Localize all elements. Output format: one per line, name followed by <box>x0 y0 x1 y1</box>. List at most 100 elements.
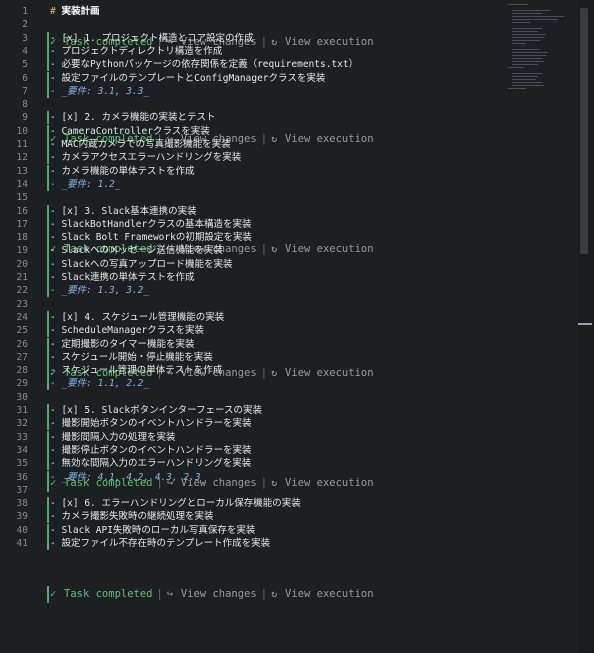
code-line[interactable]: 36 - _要件: 4.1, 4.2, 4.3, 2.3_ <box>0 470 578 484</box>
line-number: 17 <box>16 218 28 230</box>
task-subitem: - 無効な間隔入力のエラーハンドリングを実装 <box>50 458 252 470</box>
line-number: 14 <box>16 178 28 190</box>
line-number: 37 <box>16 484 28 496</box>
code-line[interactable]: 9 - [x] 2. カメラ機能の実装とテスト <box>0 111 578 125</box>
code-line[interactable]: 38 - [x] 6. エラーハンドリングとローカル保存機能の実装 <box>0 497 578 511</box>
line-number: 32 <box>16 418 28 430</box>
minimap-line <box>512 55 546 56</box>
line-content: - SlackBotHandlerクラスの基本構造を実装 <box>50 218 252 231</box>
code-line[interactable]: 6 - 設定ファイルのテンプレートとConfigManagerクラスを実装 <box>0 71 578 85</box>
code-line[interactable]: 11 - MAC内蔵カメラでの写真撮影機能を実装 <box>0 138 578 151</box>
code-line[interactable]: 20 - Slackへの写真アップロード機能を実装 <box>0 257 578 271</box>
code-editor[interactable]: 1 # 実装計画 2 8 15 23 30 37 ✓ Task completed | ↪ View c… <box>0 0 594 653</box>
code-line[interactable]: 31 - [x] 5. Slackボタンインターフェースの実装 <box>0 404 578 417</box>
line-content: - Slack API失敗時のローカル写真保存を実装 <box>50 524 255 537</box>
code-line[interactable]: 32 - 撮影開始ボタンのイベントハンドラーを実装 <box>0 417 578 431</box>
code-line[interactable]: 3 - [x] 1. プロジェクト構造とコア設定の作成 <box>0 31 578 45</box>
minimap-line <box>508 4 528 5</box>
document-heading: 実装計画 <box>61 6 100 17</box>
code-line[interactable]: 39 - カメラ撮影失敗時の継続処理を実装 <box>0 510 578 524</box>
line-content: # 実装計画 <box>50 5 99 18</box>
task-status-bar <box>47 586 49 603</box>
line-number: 35 <box>16 458 28 470</box>
code-line[interactable]: 28 - スケジュール管理の単体テストを作成 <box>0 364 578 378</box>
code-line[interactable]: 15 <box>0 191 578 204</box>
line-content: - _要件: 1.1, 2.2_ <box>50 377 149 390</box>
minimap-line <box>512 52 548 53</box>
line-content: - 撮影間隔入力の処理を実装 <box>50 431 175 444</box>
task-status-bar <box>47 284 49 298</box>
code-line[interactable]: 8 <box>0 98 578 111</box>
code-line[interactable]: 19 - Slackへのメッセージ送信機能を実装 <box>0 244 578 258</box>
task-status-bar <box>47 470 49 484</box>
line-number: 26 <box>16 338 28 350</box>
scroll-thumb[interactable] <box>580 8 588 254</box>
line-number: 11 <box>16 139 28 150</box>
task-title: - [x] 5. Slackボタンインターフェースの実装 <box>50 405 263 416</box>
view-execution-link[interactable]: ↻ View execution <box>271 588 374 600</box>
code-line[interactable]: 29 - _要件: 1.1, 2.2_ <box>0 377 578 391</box>
task-subitem: - カメラアクセスエラーハンドリングを実装 <box>50 152 242 164</box>
code-line[interactable]: 10 - CameraControllerクラスを実装 <box>0 124 578 138</box>
line-number: 7 <box>22 85 28 97</box>
line-content: - [x] 5. Slackボタンインターフェースの実装 <box>50 404 262 417</box>
code-line[interactable]: 23 <box>0 298 578 311</box>
view-changes-link[interactable]: ↪ View changes <box>167 588 257 600</box>
line-content: - _要件: 1.2_ <box>50 178 120 191</box>
code-line[interactable]: 13 - カメラ機能の単体テストを作成 <box>0 164 578 178</box>
code-line[interactable]: 21 - Slack連携の単体テストを作成 <box>0 271 578 284</box>
line-number: 2 <box>22 19 28 31</box>
task-subitem: - 撮影間隔入力の処理を実装 <box>50 431 176 443</box>
line-number: 9 <box>22 112 28 124</box>
code-line[interactable]: 17 - SlackBotHandlerクラスの基本構造を実装 <box>0 217 578 231</box>
code-line[interactable]: 7 - _要件: 3.1, 3.3_ <box>0 84 578 98</box>
requirement-reference: - _要件: 1.3, 3.2_ <box>50 285 150 297</box>
line-number: 33 <box>16 431 28 443</box>
task-status-bar <box>47 417 49 431</box>
line-content: - [x] 3. Slack基本連携の実装 <box>50 205 197 218</box>
view-changes-label: View changes <box>180 588 257 600</box>
code-line[interactable]: 4 - プロジェクトディレクトリ構造を作成 <box>0 44 578 58</box>
task-subitem: - Slackへの写真アップロード機能を実装 <box>50 258 233 270</box>
task-codelens: ✓ Task completed | ↪ View changes | ↻ View exec… <box>47 586 374 603</box>
code-line[interactable]: 25 - ScheduleManagerクラスを実装 <box>0 324 578 338</box>
line-number: 34 <box>16 444 28 456</box>
code-line[interactable]: 40 - Slack API失敗時のローカル写真保存を実装 <box>0 523 578 537</box>
code-line[interactable]: 14 - _要件: 1.2_ <box>0 177 578 191</box>
code-line[interactable]: 22 - _要件: 1.3, 3.2_ <box>0 284 578 298</box>
code-line[interactable]: 26 - 定期撮影のタイマー機能を実装 <box>0 337 578 351</box>
code-line[interactable]: 41 - 設定ファイル不存在時のテンプレート作成を実装 <box>0 537 578 550</box>
task-status-bar <box>47 31 49 45</box>
minimap[interactable] <box>508 4 578 94</box>
code-line[interactable]: 27 - スケジュール開始・停止機能を実装 <box>0 350 578 364</box>
code-line[interactable]: 33 - 撮影間隔入力の処理を実装 <box>0 430 578 444</box>
task-status-bar <box>47 124 49 138</box>
code-line[interactable]: 24 - [x] 4. スケジュール管理機能の実装 <box>0 310 578 324</box>
line-number: 6 <box>22 72 28 84</box>
code-line[interactable]: 30 <box>0 391 578 404</box>
code-line[interactable]: 5 - 必要なPythonパッケージの依存関係を定義（requirements.t… <box>0 58 578 72</box>
line-number: 8 <box>22 99 28 111</box>
code-line[interactable]: 12 - カメラアクセスエラーハンドリングを実装 <box>0 151 578 165</box>
code-line[interactable]: 2 <box>0 18 578 31</box>
minimap-line <box>508 67 524 68</box>
task-subitem: - Slack Bolt Frameworkの初期設定を実装 <box>50 232 252 244</box>
line-number: 28 <box>16 365 28 377</box>
minimap-line <box>512 28 542 29</box>
task-status-bar <box>47 404 49 417</box>
code-line[interactable]: 18 - Slack Bolt Frameworkの初期設定を実装 <box>0 231 578 245</box>
code-line[interactable]: 35 - 無効な間隔入力のエラーハンドリングを実装 <box>0 457 578 471</box>
line-content: - 撮影開始ボタンのイベントハンドラーを実装 <box>50 417 251 430</box>
task-subitem: - スケジュール管理の単体テストを作成 <box>50 365 223 377</box>
code-line[interactable]: 34 - 撮影停止ボタンのイベントハンドラーを実装 <box>0 443 578 457</box>
task-status-bar <box>47 310 49 324</box>
line-content: - スケジュール管理の単体テストを作成 <box>50 364 222 377</box>
task-status-bar <box>47 443 49 457</box>
code-line[interactable]: 16 - [x] 3. Slack基本連携の実装 <box>0 204 578 218</box>
minimap-line <box>512 73 542 74</box>
task-status-bar <box>47 537 49 550</box>
task-subitem: - 設定ファイル不存在時のテンプレート作成を実装 <box>50 538 271 549</box>
task-status-bar <box>47 430 49 444</box>
code-line[interactable]: 1 # 実装計画 <box>0 5 578 18</box>
vertical-scrollbar[interactable] <box>578 0 594 653</box>
